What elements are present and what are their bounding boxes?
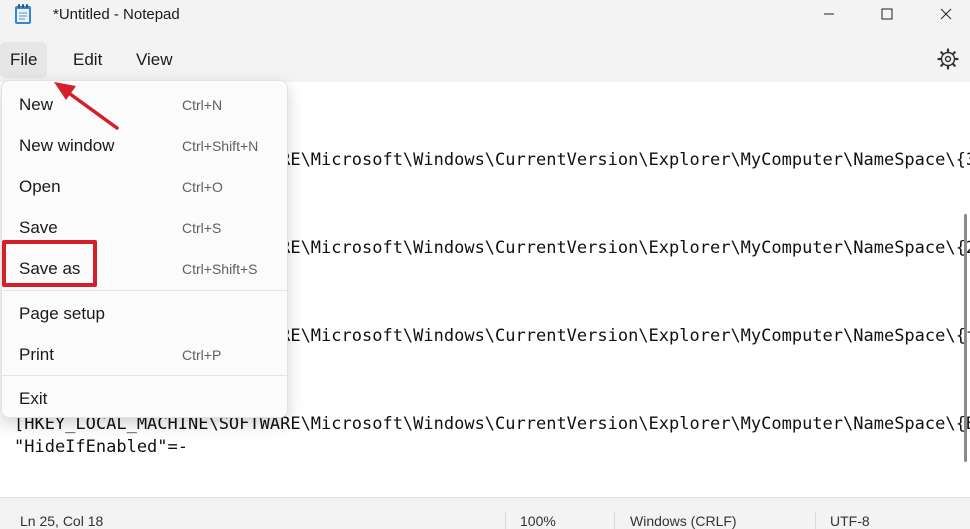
minimize-icon	[824, 13, 834, 15]
cursor-position: Ln 25, Col 18	[20, 513, 104, 529]
menu-item-shortcut: Ctrl+Shift+S	[182, 261, 258, 277]
zoom-level: 100%	[520, 513, 556, 529]
menu-item-label: Save	[19, 218, 58, 237]
menu-item-exit[interactable]: Exit	[6, 379, 284, 417]
menu-item-new[interactable]: New Ctrl+N	[6, 85, 284, 123]
menu-item-label: Print	[19, 345, 54, 364]
status-divider	[505, 512, 506, 529]
menu-item-label: Exit	[19, 389, 48, 408]
gear-icon[interactable]	[936, 47, 960, 71]
menu-item-label: Page setup	[19, 304, 106, 323]
close-icon	[940, 8, 952, 20]
menu-item-shortcut: Ctrl+S	[182, 220, 222, 236]
maximize-button[interactable]	[858, 0, 916, 28]
menu-item-save[interactable]: Save Ctrl+S	[6, 208, 284, 246]
menu-file[interactable]: File	[0, 42, 48, 78]
status-bar: Ln 25, Col 18 100% Windows (CRLF) UTF-8	[0, 497, 970, 529]
menu-item-new-window[interactable]: New window Ctrl+Shift+N	[6, 126, 284, 164]
menu-item-shortcut: Ctrl+Shift+N	[182, 138, 259, 154]
menu-item-save-as[interactable]: Save as Ctrl+Shift+S	[6, 249, 284, 287]
menu-separator	[2, 290, 287, 291]
notepad-app-icon	[15, 4, 31, 24]
encoding: UTF-8	[830, 513, 870, 529]
close-button[interactable]	[917, 0, 970, 28]
editor-line: "HideIfEnabled"=-	[14, 437, 188, 457]
maximize-icon	[881, 8, 893, 20]
menu-item-label: New	[19, 95, 54, 114]
status-divider	[815, 512, 816, 529]
line-ending: Windows (CRLF)	[630, 513, 737, 529]
window-title: *Untitled - Notepad	[53, 6, 180, 23]
menu-bar: File Edit View	[0, 38, 970, 82]
menu-item-page-setup[interactable]: Page setup	[6, 294, 284, 332]
menu-item-shortcut: Ctrl+P	[182, 347, 222, 363]
file-menu-dropdown: New Ctrl+N New window Ctrl+Shift+N Open …	[1, 80, 288, 418]
menu-separator	[2, 375, 287, 376]
title-bar: *Untitled - Notepad	[0, 0, 970, 38]
menu-item-shortcut: Ctrl+N	[182, 97, 223, 113]
minimize-button[interactable]	[800, 0, 858, 28]
vertical-scrollbar[interactable]	[964, 214, 967, 462]
menu-item-label: Open	[19, 177, 61, 196]
menu-item-shortcut: Ctrl+O	[182, 179, 223, 195]
menu-edit[interactable]: Edit	[63, 42, 112, 78]
menu-view[interactable]: View	[126, 42, 183, 78]
menu-item-open[interactable]: Open Ctrl+O	[6, 167, 284, 205]
menu-item-print[interactable]: Print Ctrl+P	[6, 335, 284, 373]
status-divider	[614, 512, 615, 529]
menu-item-label: Save as	[19, 259, 81, 278]
menu-item-label: New window	[19, 136, 115, 155]
